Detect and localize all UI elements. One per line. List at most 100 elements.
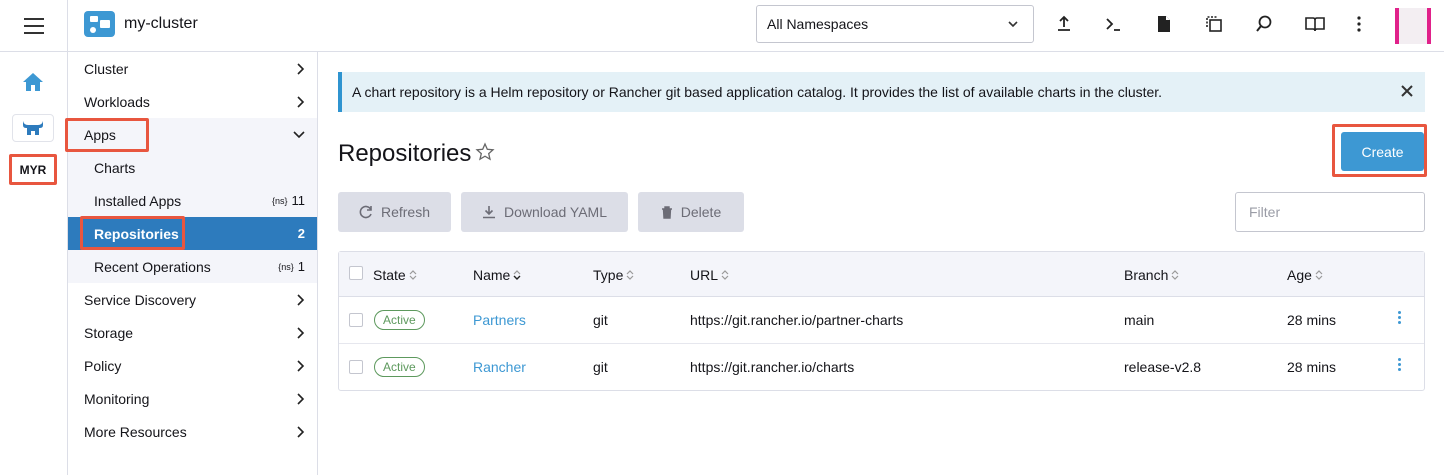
nav-item-label: More Resources bbox=[84, 423, 187, 440]
nav-item-policy[interactable]: Policy bbox=[68, 349, 317, 382]
nav-item-cluster[interactable]: Cluster bbox=[68, 52, 317, 85]
refresh-label: Refresh bbox=[380, 204, 431, 220]
nav-sub-recent-operations[interactable]: Recent Operations {ns} 1 bbox=[68, 250, 317, 283]
nav-item-service-discovery[interactable]: Service Discovery bbox=[68, 283, 317, 316]
more-options-icon[interactable] bbox=[1348, 13, 1370, 35]
info-banner: A chart repository is a Helm repository … bbox=[338, 72, 1425, 112]
nav-item-label: Monitoring bbox=[84, 390, 150, 407]
copy-kubeconfig-icon[interactable] bbox=[1203, 13, 1225, 35]
header-divider bbox=[67, 0, 68, 52]
chevron-down-icon bbox=[293, 131, 305, 139]
namespace-select[interactable]: All Namespaces bbox=[756, 5, 1034, 43]
filter-input[interactable]: Filter bbox=[1235, 192, 1425, 232]
sort-icon bbox=[626, 270, 634, 280]
nav-item-monitoring[interactable]: Monitoring bbox=[68, 382, 317, 415]
close-icon[interactable] bbox=[1399, 83, 1415, 99]
column-header-branch[interactable]: Branch bbox=[1124, 267, 1180, 283]
nav-count: 1 bbox=[297, 259, 305, 274]
nav-count: 11 bbox=[291, 193, 306, 208]
repo-url: https://git.rancher.io/partner-charts bbox=[690, 312, 904, 328]
delete-button[interactable]: Delete bbox=[638, 192, 744, 232]
top-header: my-cluster All Namespaces bbox=[0, 0, 1444, 52]
column-header-age[interactable]: Age bbox=[1287, 267, 1324, 283]
trash-icon bbox=[661, 205, 672, 219]
table-row[interactable]: Active Rancher git https://git.rancher.i… bbox=[339, 344, 1424, 391]
repositories-table: State Name Type URL Branch Age Active Pa… bbox=[338, 251, 1425, 391]
repositories-highlight-box bbox=[80, 216, 185, 250]
status-badge: Active bbox=[374, 310, 425, 330]
nav-sub-installed-apps[interactable]: Installed Apps {ns} 11 bbox=[68, 184, 317, 217]
chevron-right-icon bbox=[297, 426, 305, 438]
sort-icon bbox=[721, 270, 729, 280]
apps-highlight-box bbox=[65, 118, 149, 152]
nav-item-label: Policy bbox=[84, 357, 122, 374]
nav-item-label: Service Discovery bbox=[84, 291, 197, 308]
chevron-right-icon bbox=[297, 96, 305, 108]
chevron-right-icon bbox=[297, 360, 305, 372]
repo-url: https://git.rancher.io/charts bbox=[690, 359, 855, 375]
chevron-right-icon bbox=[297, 327, 305, 339]
kubeconfig-file-icon[interactable] bbox=[1153, 13, 1175, 35]
column-header-url[interactable]: URL bbox=[690, 267, 730, 283]
info-banner-text: A chart repository is a Helm repository … bbox=[352, 84, 1163, 100]
docs-book-icon[interactable] bbox=[1304, 13, 1326, 35]
column-header-name[interactable]: Name bbox=[473, 267, 522, 283]
home-icon[interactable] bbox=[22, 72, 44, 92]
import-yaml-icon[interactable] bbox=[1053, 13, 1075, 35]
rail-cluster-local[interactable] bbox=[12, 114, 54, 142]
namespaced-icon: {ns} bbox=[278, 261, 294, 272]
nav-sub-label: Charts bbox=[94, 159, 136, 176]
sort-icon bbox=[1171, 270, 1179, 280]
nav-count: 2 bbox=[297, 226, 305, 241]
nav-item-label: Storage bbox=[84, 324, 134, 341]
column-header-type[interactable]: Type bbox=[593, 267, 635, 283]
download-yaml-button[interactable]: Download YAML bbox=[461, 192, 628, 232]
refresh-icon bbox=[359, 205, 372, 219]
chevron-down-icon bbox=[1008, 21, 1018, 28]
row-checkbox[interactable] bbox=[349, 360, 363, 374]
kubectl-shell-icon[interactable] bbox=[1102, 13, 1124, 35]
nav-sub-charts[interactable]: Charts bbox=[68, 151, 317, 184]
table-header: State Name Type URL Branch Age bbox=[339, 252, 1424, 297]
row-actions-icon[interactable] bbox=[1398, 358, 1401, 371]
repo-age: 28 mins bbox=[1287, 359, 1337, 375]
select-all-checkbox[interactable] bbox=[349, 266, 363, 280]
chevron-right-icon bbox=[297, 294, 305, 306]
nav-item-workloads[interactable]: Workloads bbox=[68, 85, 317, 118]
nav-item-label: Workloads bbox=[84, 93, 150, 110]
nav-item-storage[interactable]: Storage bbox=[68, 316, 317, 349]
delete-label: Delete bbox=[680, 204, 722, 220]
create-button[interactable]: Create bbox=[1341, 132, 1424, 171]
table-row[interactable]: Active Partners git https://git.rancher.… bbox=[339, 297, 1424, 344]
nav-item-more-resources[interactable]: More Resources bbox=[68, 415, 317, 448]
repo-type: git bbox=[593, 359, 608, 375]
side-navigation: Cluster Workloads Apps Charts Installed … bbox=[65, 52, 318, 475]
row-actions-icon[interactable] bbox=[1398, 311, 1401, 324]
hamburger-icon bbox=[24, 16, 44, 37]
repo-branch: main bbox=[1124, 312, 1155, 328]
hamburger-menu-button[interactable] bbox=[0, 0, 68, 52]
search-icon[interactable] bbox=[1253, 13, 1275, 35]
nav-sub-label: Recent Operations bbox=[94, 258, 211, 275]
favorite-star-icon[interactable] bbox=[475, 142, 495, 162]
chevron-right-icon bbox=[297, 63, 305, 75]
rancher-cow-icon bbox=[23, 121, 43, 135]
repo-name-link[interactable]: Rancher bbox=[473, 359, 526, 375]
repo-name-link[interactable]: Partners bbox=[473, 312, 526, 328]
user-avatar[interactable] bbox=[1395, 8, 1431, 44]
namespaced-icon: {ns} bbox=[271, 195, 288, 206]
repo-branch: release-v2.8 bbox=[1124, 359, 1202, 375]
filter-placeholder: Filter bbox=[1249, 204, 1281, 220]
cluster-name: my-cluster bbox=[124, 15, 198, 32]
row-checkbox[interactable] bbox=[349, 313, 363, 327]
chevron-right-icon bbox=[297, 393, 305, 405]
nav-sub-label: Installed Apps bbox=[94, 192, 182, 209]
download-icon bbox=[483, 206, 495, 219]
refresh-button[interactable]: Refresh bbox=[338, 192, 451, 232]
rail-cluster-myr[interactable]: MYR bbox=[9, 154, 57, 185]
cluster-icon[interactable] bbox=[84, 11, 115, 37]
status-badge: Active bbox=[374, 357, 425, 377]
namespace-select-value: All Namespaces bbox=[767, 16, 869, 32]
column-header-state[interactable]: State bbox=[373, 267, 418, 283]
nav-item-label: Cluster bbox=[84, 60, 129, 77]
